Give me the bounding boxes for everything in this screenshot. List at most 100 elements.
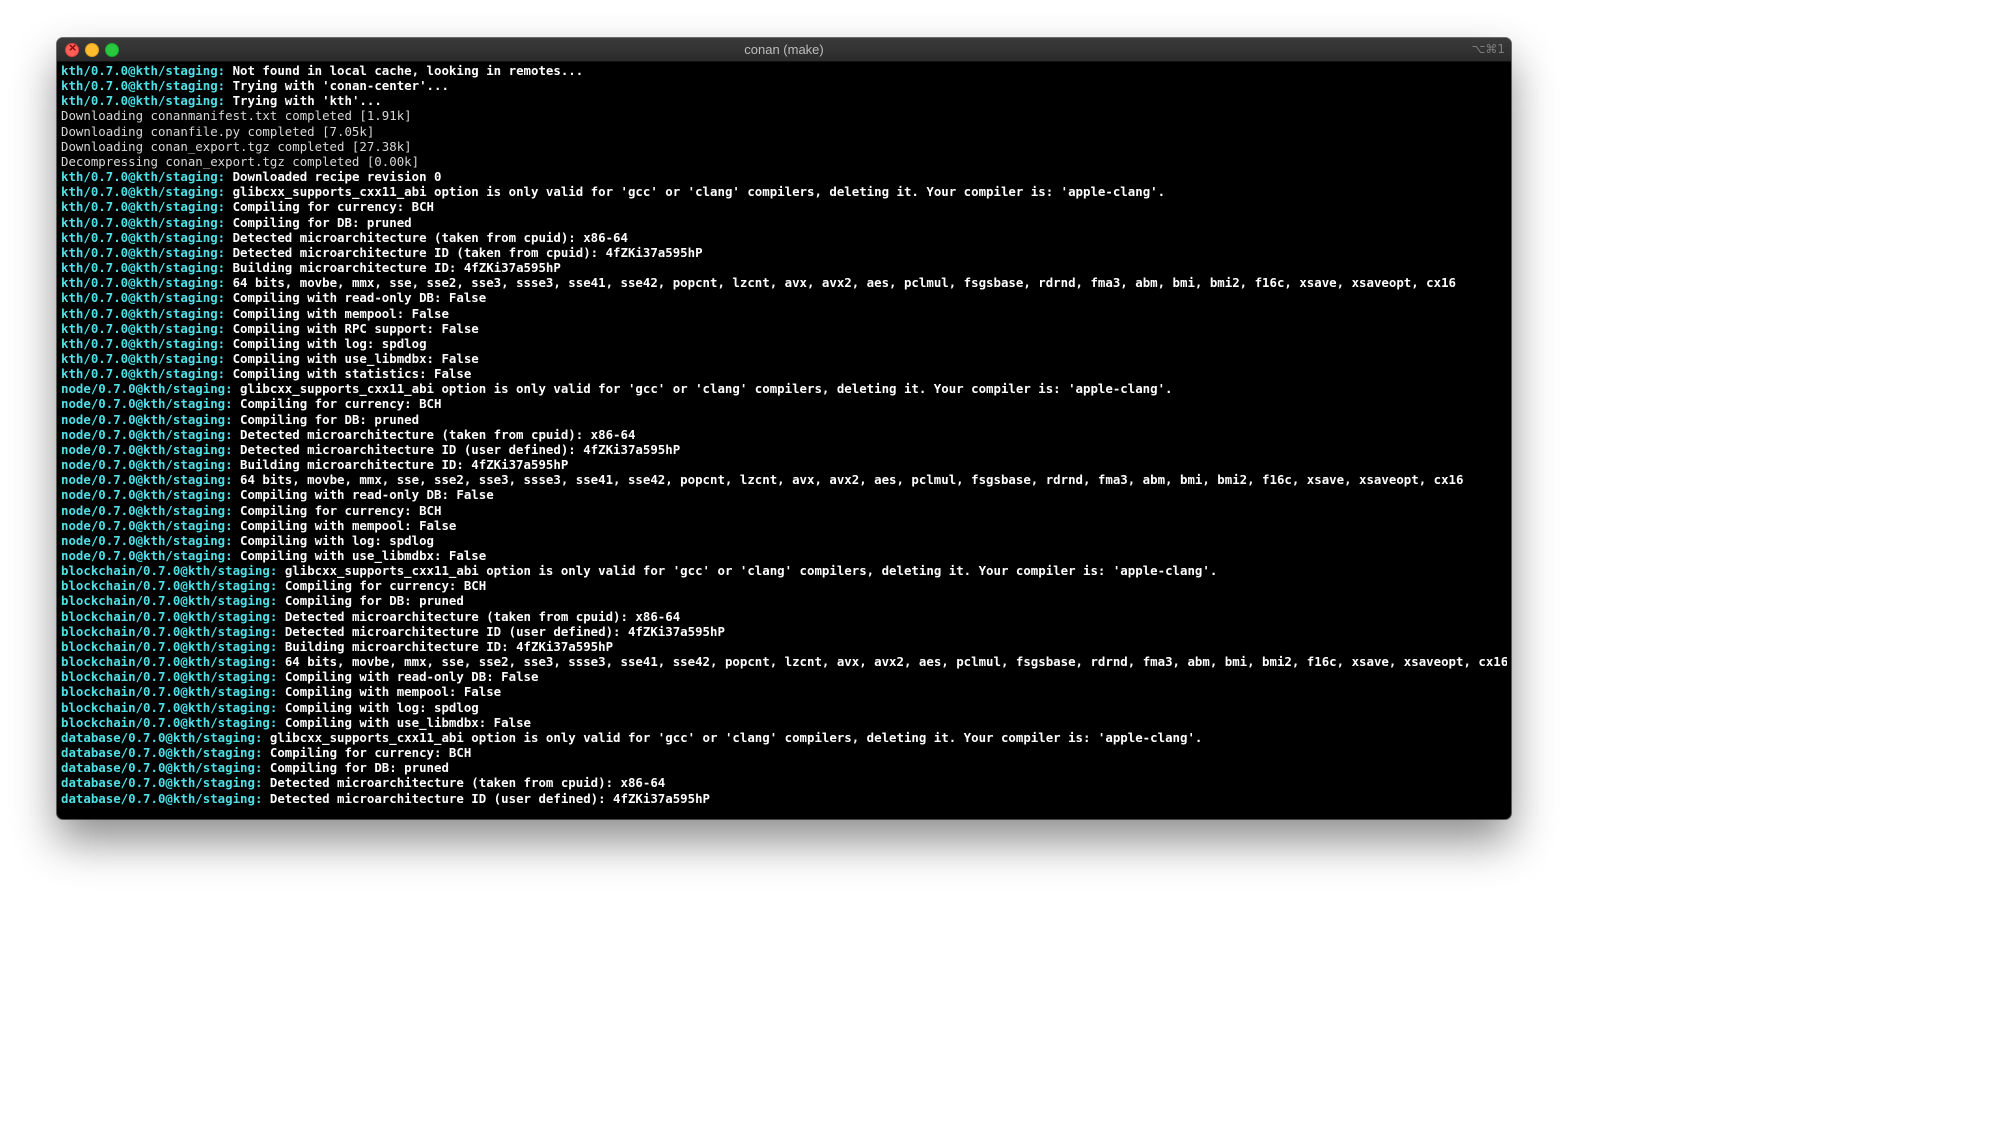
package-prefix: blockchain/0.7.0@kth/staging: (61, 654, 278, 670)
terminal-line: blockchain/0.7.0@kth/staging: Compiling … (61, 669, 1507, 684)
terminal-line: node/0.7.0@kth/staging: Compiling for cu… (61, 396, 1507, 411)
log-message: Building microarchitecture ID: 4fZKi37a5… (284, 638, 614, 654)
terminal-line: database/0.7.0@kth/staging: glibcxx_supp… (61, 730, 1507, 745)
log-message: Compiling with mempool: False (240, 517, 457, 533)
window-shortcut: ⌥⌘1 (1471, 42, 1505, 56)
package-prefix: node/0.7.0@kth/staging: (61, 411, 233, 427)
package-prefix: kth/0.7.0@kth/staging: (61, 366, 226, 382)
log-message: Compiling with read-only DB: False (284, 669, 539, 685)
terminal-line: node/0.7.0@kth/staging: Compiling for DB… (61, 412, 1507, 427)
package-prefix: kth/0.7.0@kth/staging: (61, 214, 226, 230)
log-message: Compiling with use_libmdbx: False (240, 548, 487, 563)
log-message: Compiling with read-only DB: False (232, 290, 487, 306)
terminal-line: kth/0.7.0@kth/staging: Compiling for DB:… (61, 215, 1507, 230)
package-prefix: blockchain/0.7.0@kth/staging: (61, 563, 278, 579)
log-message: Compiling with use_libmdbx: False (284, 714, 531, 730)
terminal-line: kth/0.7.0@kth/staging: Compiling with st… (61, 366, 1507, 381)
terminal-line: kth/0.7.0@kth/staging: Compiling for cur… (61, 199, 1507, 214)
package-prefix: kth/0.7.0@kth/staging: (61, 184, 226, 200)
terminal-line: Downloading conan_export.tgz completed [… (61, 139, 1507, 154)
terminal-line: kth/0.7.0@kth/staging: Downloaded recipe… (61, 169, 1507, 184)
window-title: conan (make) (744, 42, 824, 57)
package-prefix: database/0.7.0@kth/staging: (61, 729, 263, 745)
log-message: Detected microarchitecture ID (user defi… (240, 441, 681, 457)
log-message: Compiling for currency: BCH (232, 199, 435, 215)
package-prefix: blockchain/0.7.0@kth/staging: (61, 699, 278, 715)
log-message: Downloaded recipe revision 0 (232, 169, 442, 185)
package-prefix: node/0.7.0@kth/staging: (61, 532, 233, 548)
log-message: Detected microarchitecture (taken from c… (284, 608, 681, 624)
package-prefix: node/0.7.0@kth/staging: (61, 487, 233, 503)
log-message: Not found in local cache, looking in rem… (232, 63, 584, 78)
package-prefix: blockchain/0.7.0@kth/staging: (61, 684, 278, 700)
package-prefix: blockchain/0.7.0@kth/staging: (61, 669, 278, 685)
terminal-line: node/0.7.0@kth/staging: Compiling with r… (61, 487, 1507, 502)
package-prefix: node/0.7.0@kth/staging: (61, 548, 233, 563)
log-message: Compiling for DB: pruned (232, 214, 412, 230)
terminal-line: database/0.7.0@kth/staging: Compiling fo… (61, 760, 1507, 775)
terminal-line: node/0.7.0@kth/staging: Building microar… (61, 457, 1507, 472)
terminal-line: blockchain/0.7.0@kth/staging: glibcxx_su… (61, 563, 1507, 578)
download-message: Downloading conanfile.py completed [7.05… (61, 123, 375, 139)
log-message: glibcxx_supports_cxx11_abi option is onl… (269, 729, 1203, 745)
package-prefix: database/0.7.0@kth/staging: (61, 775, 263, 791)
terminal-line: blockchain/0.7.0@kth/staging: Detected m… (61, 609, 1507, 624)
terminal-line: kth/0.7.0@kth/staging: Compiling with me… (61, 306, 1507, 321)
terminal-line: Downloading conanfile.py completed [7.05… (61, 124, 1507, 139)
package-prefix: database/0.7.0@kth/staging: (61, 760, 263, 776)
package-prefix: kth/0.7.0@kth/staging: (61, 169, 226, 185)
log-message: Compiling for currency: BCH (240, 502, 442, 518)
log-message: glibcxx_supports_cxx11_abi option is onl… (240, 381, 1173, 397)
log-message: Detected microarchitecture (taken from c… (232, 229, 628, 245)
package-prefix: database/0.7.0@kth/staging: (61, 790, 263, 806)
terminal-line: node/0.7.0@kth/staging: 64 bits, movbe, … (61, 472, 1507, 487)
package-prefix: kth/0.7.0@kth/staging: (61, 275, 226, 291)
terminal-line: kth/0.7.0@kth/staging: Trying with 'kth'… (61, 93, 1507, 108)
log-message: glibcxx_supports_cxx11_abi option is onl… (284, 563, 1218, 579)
log-message: Compiling with mempool: False (232, 305, 449, 321)
title-bar[interactable]: × conan (make) ⌥⌘1 (57, 38, 1511, 62)
package-prefix: database/0.7.0@kth/staging: (61, 745, 263, 761)
package-prefix: kth/0.7.0@kth/staging: (61, 199, 226, 215)
package-prefix: kth/0.7.0@kth/staging: (61, 78, 226, 94)
package-prefix: blockchain/0.7.0@kth/staging: (61, 623, 278, 639)
terminal-line: database/0.7.0@kth/staging: Detected mic… (61, 791, 1507, 806)
log-message: Compiling for DB: pruned (240, 411, 420, 427)
package-prefix: blockchain/0.7.0@kth/staging: (61, 714, 278, 730)
package-prefix: node/0.7.0@kth/staging: (61, 426, 233, 442)
package-prefix: node/0.7.0@kth/staging: (61, 396, 233, 412)
log-message: Compiling with statistics: False (232, 366, 472, 382)
terminal-line: kth/0.7.0@kth/staging: Detected microarc… (61, 230, 1507, 245)
package-prefix: kth/0.7.0@kth/staging: (61, 63, 226, 78)
terminal-line: kth/0.7.0@kth/staging: Not found in loca… (61, 63, 1507, 78)
terminal-line: node/0.7.0@kth/staging: Compiling for cu… (61, 503, 1507, 518)
package-prefix: kth/0.7.0@kth/staging: (61, 244, 226, 260)
terminal-output[interactable]: kth/0.7.0@kth/staging: Not found in loca… (61, 63, 1507, 815)
download-message: Downloading conan_export.tgz completed [… (61, 138, 412, 154)
terminal-line: node/0.7.0@kth/staging: Detected microar… (61, 442, 1507, 457)
log-message: Compiling for currency: BCH (240, 396, 442, 412)
package-prefix: blockchain/0.7.0@kth/staging: (61, 608, 278, 624)
terminal-line: blockchain/0.7.0@kth/staging: Compiling … (61, 578, 1507, 593)
package-prefix: kth/0.7.0@kth/staging: (61, 305, 226, 321)
terminal-line: kth/0.7.0@kth/staging: Trying with 'cona… (61, 78, 1507, 93)
package-prefix: node/0.7.0@kth/staging: (61, 381, 233, 397)
terminal-line: node/0.7.0@kth/staging: glibcxx_supports… (61, 381, 1507, 396)
terminal-line: kth/0.7.0@kth/staging: glibcxx_supports_… (61, 184, 1507, 199)
terminal-window: × conan (make) ⌥⌘1 kth/0.7.0@kth/staging… (57, 38, 1511, 819)
terminal-line: blockchain/0.7.0@kth/staging: Compiling … (61, 593, 1507, 608)
log-message: Trying with 'kth'... (232, 93, 382, 109)
log-message: Compiling for currency: BCH (269, 745, 472, 761)
log-message: Detected microarchitecture (taken from c… (269, 775, 666, 791)
log-message: Compiling for DB: pruned (269, 760, 449, 776)
log-message: 64 bits, movbe, mmx, sse, sse2, sse3, ss… (232, 275, 1456, 291)
log-message: Detected microarchitecture ID (user defi… (269, 790, 711, 806)
log-message: Compiling with log: spdlog (284, 699, 479, 715)
terminal-line: database/0.7.0@kth/staging: Detected mic… (61, 775, 1507, 790)
package-prefix: kth/0.7.0@kth/staging: (61, 335, 226, 351)
terminal-line: kth/0.7.0@kth/staging: Compiling with lo… (61, 336, 1507, 351)
package-prefix: kth/0.7.0@kth/staging: (61, 320, 226, 336)
log-message: Compiling for DB: pruned (284, 593, 464, 609)
terminal-line: database/0.7.0@kth/staging: Compiling fo… (61, 745, 1507, 760)
terminal-line: kth/0.7.0@kth/staging: Compiling with re… (61, 290, 1507, 305)
